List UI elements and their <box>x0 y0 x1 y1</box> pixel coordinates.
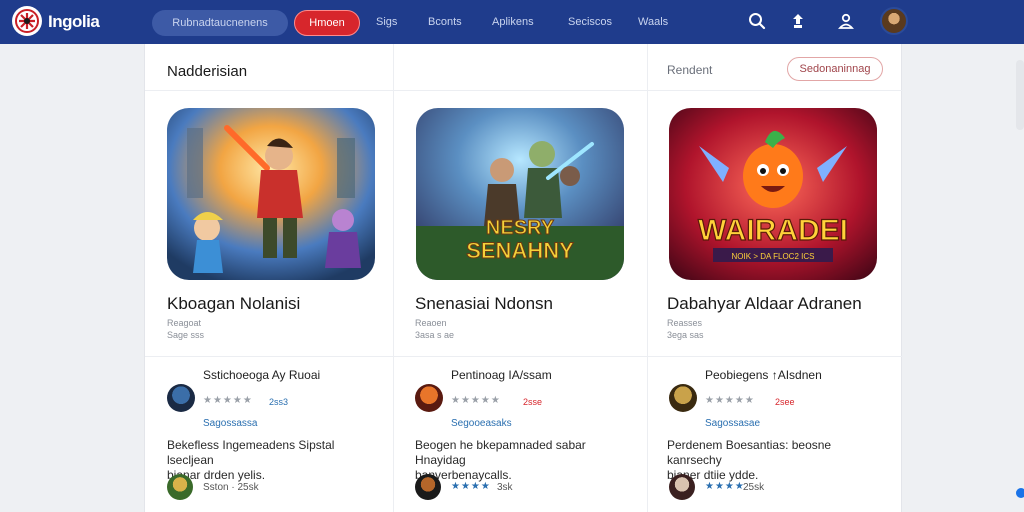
reviewer-avatar-2[interactable] <box>415 384 443 412</box>
review-tag-1[interactable]: Sagossassa <box>203 418 257 429</box>
column-divider <box>393 356 394 512</box>
recent-label[interactable]: Rendent <box>667 63 712 77</box>
review-tag-3[interactable]: Sagossasae <box>705 418 760 429</box>
commenter-avatar-2[interactable] <box>415 474 441 500</box>
nav-link-5[interactable]: Waals <box>638 16 668 28</box>
game-title-1[interactable]: Kboagan Nolanisi <box>167 294 300 314</box>
review-text-line: Perdenem Boesantias: beosne kanrsechy <box>667 438 832 467</box>
reviewer-name-1[interactable]: Sstichoeoga Ay Ruoai <box>203 368 320 382</box>
commenter-stars-3: ★★★★ <box>705 481 745 492</box>
notification-icon[interactable] <box>787 10 809 32</box>
game-cover-1[interactable] <box>167 108 375 280</box>
review-text-2: Beogen he bkepamnaded sabar Hnayidag banv… <box>415 438 625 483</box>
review-footer-2: 3sk <box>497 482 513 493</box>
rating-value-1: 2ss3 <box>269 397 289 407</box>
profile-icon[interactable] <box>835 10 857 32</box>
commenter-avatar-1[interactable] <box>167 474 193 500</box>
section-divider <box>145 356 903 357</box>
top-navigation-bar: Ingolia Rubnadtaucnenens Hmoen Sigs Bcon… <box>0 0 1024 44</box>
game-meta-3b: 3ega sas <box>667 330 704 340</box>
game-title-3[interactable]: Dabahyar Aldaar Adranen <box>667 294 862 314</box>
game-cover-2-title: NESRY <box>486 217 555 239</box>
review-footer-1: Sston · 25sk <box>203 482 259 493</box>
avatar[interactable] <box>880 7 908 35</box>
reviewer-name-3[interactable]: Peobiegens ↑AIsdnen <box>705 368 822 382</box>
rating-value-2: 2sse <box>523 397 543 407</box>
game-title-2[interactable]: Snenasiai Ndonsn <box>415 294 553 314</box>
sort-button[interactable]: Sedonaninnag <box>787 57 883 81</box>
column-divider <box>647 44 648 512</box>
game-meta-1b: Sage sss <box>167 330 205 340</box>
rating-stars-2: ★★★★★ <box>451 395 501 406</box>
scrollbar-track[interactable] <box>1016 60 1024 130</box>
review-tag-2[interactable]: Segooeasaks <box>451 418 512 429</box>
game-cover-3[interactable]: WAIRADEI NOIK > DA FLOC2 ICS <box>669 108 877 280</box>
review-text-3: Perdenem Boesantias: beosne kanrsechy bia… <box>667 438 877 483</box>
header-divider <box>145 90 903 91</box>
brand-name[interactable]: Ingolia <box>48 12 100 32</box>
nav-link-1[interactable]: Sigs <box>376 16 397 28</box>
commenter-stars-2: ★★★★ <box>451 481 491 492</box>
main-panel: Nadderisian Rendent Sedonaninnag NESRY S… <box>144 44 903 512</box>
game-cover-2[interactable]: NESRY SENAHNY <box>416 108 624 280</box>
game-cover-2-subtitle: SENAHNY <box>466 238 574 263</box>
rating-stars-1: ★★★★★ <box>203 395 253 406</box>
scroll-indicator[interactable] <box>1016 488 1024 498</box>
section-title: Nadderisian <box>167 63 248 80</box>
rating-value-3: 2see <box>775 397 795 407</box>
review-text-line: Beogen he bkepamnaded sabar Hnayidag <box>415 438 586 467</box>
search-icon[interactable] <box>746 10 768 32</box>
game-meta-2b: 3asa s ae <box>415 330 455 340</box>
nav-link-4[interactable]: Seciscos <box>568 16 612 28</box>
nav-link-2[interactable]: Bconts <box>428 16 462 28</box>
review-text-line: Bekefless Ingemeadens Sipstal lsecljean <box>167 438 335 467</box>
game-cover-3-title: WAIRADEI <box>698 214 848 247</box>
game-cover-3-subtitle: NOIK > DA FLOC2 ICS <box>732 252 815 261</box>
reviewer-name-2[interactable]: Pentinoag IA/ssam <box>451 368 552 382</box>
search-input[interactable]: Rubnadtaucnenens <box>152 10 288 36</box>
review-text-1: Bekefless Ingemeadens Sipstal lsecljean b… <box>167 438 377 483</box>
reviewer-avatar-1[interactable] <box>167 384 195 412</box>
game-meta-1: Reagoat <box>167 318 202 328</box>
nav-link-3[interactable]: Aplikens <box>492 16 534 28</box>
logo-icon[interactable] <box>12 6 42 36</box>
reviewer-avatar-3[interactable] <box>669 384 697 412</box>
game-meta-2: Reaoen <box>415 318 447 328</box>
primary-button[interactable]: Hmoen <box>294 10 360 36</box>
game-meta-3: Reasses <box>667 318 703 328</box>
rating-stars-3: ★★★★★ <box>705 395 755 406</box>
commenter-avatar-3[interactable] <box>669 474 695 500</box>
review-footer-3: 25sk <box>743 482 765 493</box>
